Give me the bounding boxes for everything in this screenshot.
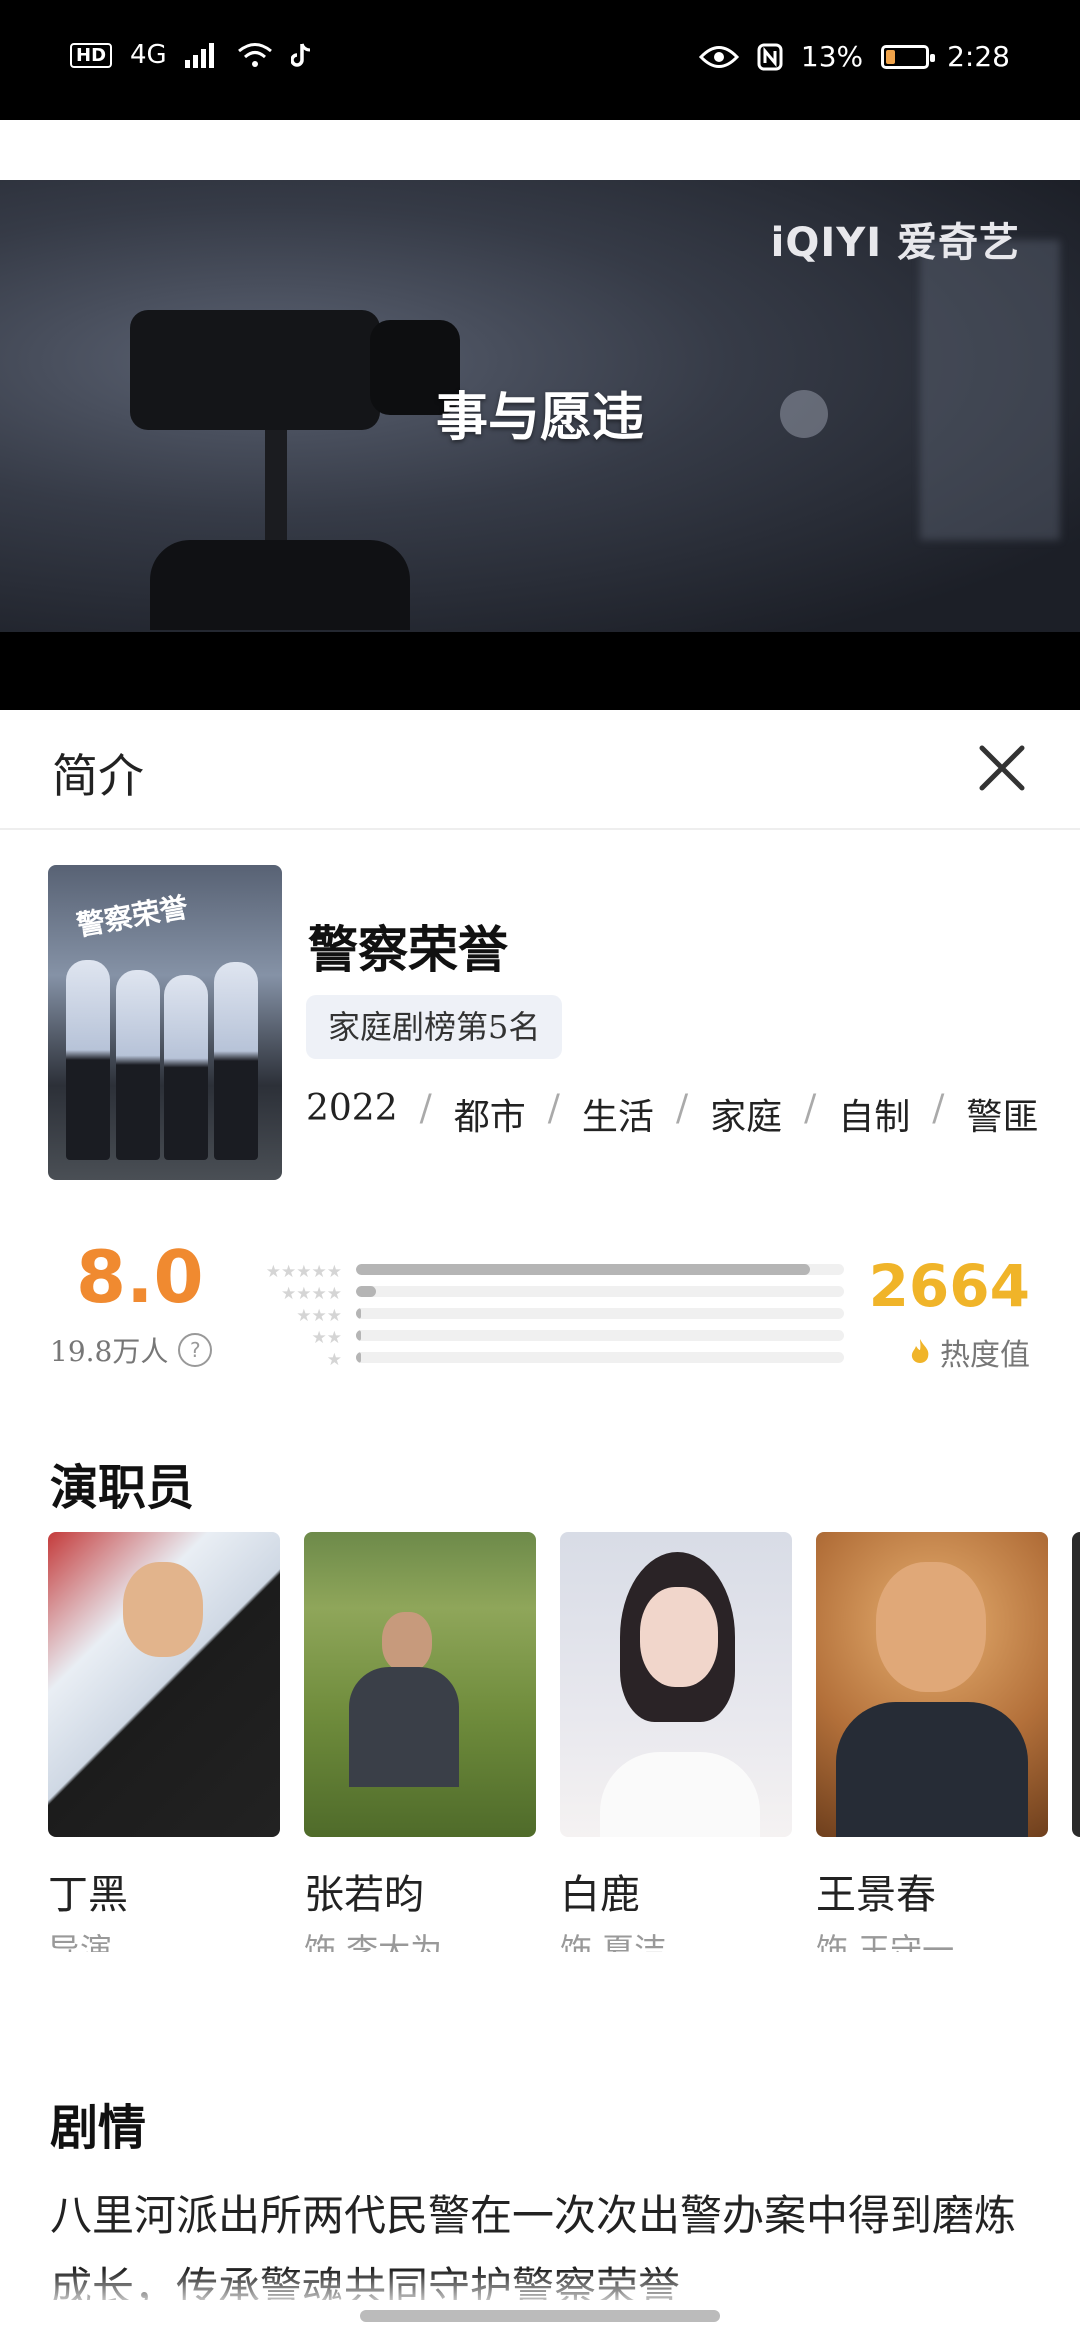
three-star-icon: ★★★ xyxy=(296,1306,342,1326)
status-right: 13% 2:28 xyxy=(698,40,1010,73)
cast-item[interactable]: 丁黑 导演 xyxy=(48,1532,280,1952)
battery-percent: 13% xyxy=(800,40,864,73)
cast-role: 饰 夏洁 xyxy=(560,1931,667,1952)
tag: 自制 xyxy=(838,1097,911,1138)
heat-label: 热度值 xyxy=(940,1338,1030,1373)
officer-figure xyxy=(214,962,258,1160)
cast-photo xyxy=(1072,1532,1080,1837)
rating-bar-fill xyxy=(356,1352,361,1363)
rating-bar xyxy=(356,1308,844,1319)
cast-name: 丁黑 xyxy=(48,1872,128,1918)
cast-photo xyxy=(304,1532,536,1837)
rating-bar-fill xyxy=(356,1264,810,1275)
cast-role: 导演 xyxy=(48,1931,113,1952)
rating-bar-fill xyxy=(356,1286,376,1297)
cast-role: 饰 王守一 xyxy=(816,1931,955,1952)
tag: 2022 xyxy=(306,1088,398,1129)
star-levels: ★★★★★ ★★★★ ★★★ ★★ ★ xyxy=(236,1262,342,1372)
rating-bar xyxy=(356,1352,844,1363)
heat-value: 2664 xyxy=(868,1252,1030,1320)
status-left: HD 4G xyxy=(70,40,313,70)
panel-title: 简介 xyxy=(52,749,144,803)
show-tags: 2022/ 都市 / 生活 / 家庭 / 自制 / 警匪 xyxy=(306,1088,1039,1138)
tiktok-icon xyxy=(290,43,310,67)
two-star-icon: ★★ xyxy=(311,1328,342,1348)
officer-figure xyxy=(164,975,208,1160)
rating-distribution xyxy=(356,1264,844,1374)
close-icon[interactable] xyxy=(974,740,1030,796)
cast-name: 王景春 xyxy=(816,1872,936,1918)
cast-role: 饰 李大为 xyxy=(304,1931,443,1952)
intro-panel-header: 简介 xyxy=(0,710,1080,830)
rater-count: 19.8万人 ? xyxy=(50,1330,213,1370)
rating-bar-fill xyxy=(356,1330,361,1341)
video-subtitle: 事与愿违 xyxy=(435,387,644,448)
wifi-icon xyxy=(237,43,272,67)
cast-name: 白鹿 xyxy=(560,1872,640,1918)
cast-section-title: 演职员 xyxy=(50,1460,195,1516)
rank-badge[interactable]: 家庭剧榜第5名 xyxy=(306,995,563,1059)
cast-list[interactable]: 丁黑 导演 张若昀 饰 李大为 白鹿 饰 夏洁 王景春 饰 王守一 xyxy=(48,1532,1080,1952)
signal-icon xyxy=(184,43,214,68)
cast-photo xyxy=(48,1532,280,1837)
rating-bar xyxy=(356,1330,844,1341)
brand-logo: iQIYI 爱奇艺 xyxy=(770,220,1020,266)
cast-item[interactable]: 白鹿 饰 夏洁 xyxy=(560,1532,792,1952)
tag: 生活 xyxy=(581,1097,654,1138)
rating-bar xyxy=(356,1286,844,1297)
cast-photo xyxy=(560,1532,792,1837)
five-star-icon: ★★★★★ xyxy=(265,1262,342,1282)
cast-item[interactable]: 王景春 饰 王守一 xyxy=(816,1532,1048,1952)
rating-bar-fill xyxy=(356,1308,361,1319)
network-indicator: 4G xyxy=(130,40,167,70)
hd-indicator: HD xyxy=(70,42,113,68)
eye-icon xyxy=(698,45,739,68)
home-indicator[interactable] xyxy=(360,2310,720,2322)
tag: 家庭 xyxy=(710,1097,783,1138)
cast-item[interactable]: 张若昀 饰 李大为 xyxy=(304,1532,536,1952)
poster-title: 警察荣誉 xyxy=(74,890,191,943)
flame-icon xyxy=(911,1339,929,1363)
rating-bar xyxy=(356,1264,844,1275)
four-star-icon: ★★★★ xyxy=(281,1284,342,1304)
battery-icon xyxy=(881,44,936,69)
officer-figure xyxy=(66,960,110,1160)
clock: 2:28 xyxy=(947,40,1010,73)
back-button[interactable] xyxy=(48,115,102,175)
rater-count-text: 19.8万人 xyxy=(50,1335,169,1368)
officer-figure xyxy=(116,970,160,1160)
tag: 警匪 xyxy=(966,1097,1039,1138)
one-star-icon: ★ xyxy=(326,1350,342,1370)
cast-photo xyxy=(816,1532,1048,1837)
show-title: 警察荣誉 xyxy=(308,920,508,979)
nfc-icon xyxy=(757,43,783,70)
cast-item-partial[interactable] xyxy=(1072,1532,1080,1837)
tag: 都市 xyxy=(453,1097,526,1138)
plot-section-title: 剧情 xyxy=(50,2100,147,2156)
video-letterbox xyxy=(0,632,1080,710)
help-icon[interactable]: ? xyxy=(178,1333,213,1367)
show-poster[interactable]: 警察荣誉 xyxy=(48,865,282,1180)
cast-name: 张若昀 xyxy=(304,1872,424,1918)
status-bar: HD 4G 13% 2:28 xyxy=(0,0,1080,120)
rating-score: 8.0 xyxy=(76,1235,204,1319)
heat-label-group: 热度值 xyxy=(908,1330,1030,1374)
